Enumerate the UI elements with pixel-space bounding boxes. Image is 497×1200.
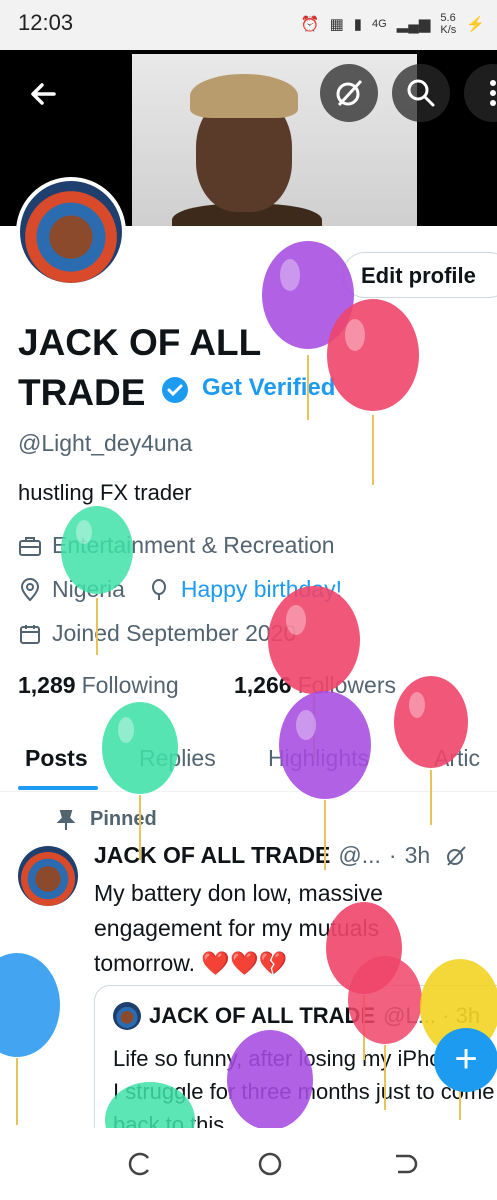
followers-count: 1,266 <box>234 672 292 698</box>
recents-icon[interactable] <box>126 1150 154 1178</box>
banner-hair <box>190 74 298 118</box>
post-author[interactable]: JACK OF ALL TRADE <box>94 842 330 869</box>
balloon-blue-1 <box>0 953 60 1125</box>
pinned-text: Pinned <box>90 808 157 830</box>
back-nav-icon[interactable] <box>390 1150 418 1178</box>
profile-joined: Joined September 2020 <box>18 620 296 647</box>
edit-profile-button[interactable]: Edit profile <box>342 252 497 298</box>
search-icon <box>407 79 435 107</box>
pin-icon <box>56 809 76 830</box>
quote-avatar <box>113 1002 141 1030</box>
followers-stats[interactable]: 1,266 Followers <box>234 672 396 699</box>
cast-icon: ▦ <box>329 16 344 33</box>
battery-charging-icon: ⚡ <box>466 16 485 33</box>
alarm-icon: ⏰ <box>300 16 320 33</box>
location-text: Nigeria <box>52 576 125 602</box>
profile-category: Entertainment & Recreation <box>18 532 335 559</box>
birthday-link[interactable]: Happy birthday! <box>181 576 342 603</box>
joined-text: Joined September 2020 <box>52 620 297 646</box>
location-pin-icon <box>20 577 40 601</box>
profile-avatar[interactable] <box>16 177 126 287</box>
vibrate-icon: ▮ <box>353 16 363 33</box>
grok-icon <box>336 79 363 107</box>
system-nav-bar <box>0 1128 497 1200</box>
profile-handle: @Light_dey4una <box>18 430 193 456</box>
search-button[interactable] <box>392 64 450 122</box>
pinned-label: Pinned <box>56 808 157 831</box>
post-header: JACK OF ALL TRADE @... · 3h <box>94 842 468 869</box>
more-button[interactable] <box>464 64 497 122</box>
status-bar: 12:03 ⏰ ▦ ▮ 4G ▂▄▆ 5.6 K/s ⚡ <box>0 0 497 50</box>
quote-header: JACK OF ALL TRADE @L... · 3h <box>113 1002 480 1030</box>
speed-unit: K/s <box>440 24 457 36</box>
post-handle: @... <box>338 842 381 868</box>
post-dot: · <box>388 842 397 868</box>
home-icon[interactable] <box>256 1150 284 1178</box>
quote-author: JACK OF ALL TRADE <box>149 1003 376 1028</box>
quote-handle: @L... · 3h <box>383 1003 481 1028</box>
network-label: 4G <box>372 18 387 30</box>
signal-icon: ▂▄▆ <box>396 16 431 33</box>
post-text: My battery don low, massive engagement f… <box>94 880 383 976</box>
speed-value: 5.6 <box>440 12 456 24</box>
tab-highlights[interactable]: Highlights <box>268 745 369 772</box>
ai-grok-button[interactable] <box>320 64 378 122</box>
following-stats[interactable]: 1,289 Following <box>18 672 179 699</box>
following-count: 1,289 <box>18 672 76 698</box>
avatar-image <box>20 181 122 283</box>
grok-icon[interactable] <box>444 844 468 868</box>
compose-fab[interactable]: + <box>434 1028 497 1092</box>
followers-label: Followers <box>297 672 396 698</box>
active-tab-indicator <box>18 786 98 790</box>
status-icons: ⏰ ▦ ▮ 4G ▂▄▆ 5.6 K/s ⚡ <box>301 12 485 36</box>
briefcase-icon <box>19 536 41 556</box>
profile-location-row: Nigeria Happy birthday! <box>18 576 342 603</box>
post-time: 3h <box>404 842 431 868</box>
tab-posts[interactable]: Posts <box>25 745 88 772</box>
category-text: Entertainment & Recreation <box>52 532 335 558</box>
speed-indicator: 5.6 K/s <box>440 12 456 36</box>
profile-tabs: Posts Replies Highlights Artic <box>0 735 497 792</box>
status-time: 12:03 <box>18 10 74 35</box>
verified-badge-icon <box>162 377 188 403</box>
tab-articles[interactable]: Artic <box>434 745 480 772</box>
post-avatar[interactable] <box>18 846 78 906</box>
arrow-left-icon <box>31 83 56 105</box>
get-verified-link[interactable]: Get Verified <box>202 374 335 402</box>
balloon-outline-icon <box>151 578 166 600</box>
tab-replies[interactable]: Replies <box>139 745 216 772</box>
profile-name-line1: JACK OF ALL <box>18 322 262 363</box>
back-button[interactable] <box>24 74 64 119</box>
calendar-icon <box>20 624 40 644</box>
following-label: Following <box>81 672 179 698</box>
profile-bio: hustling FX trader <box>18 480 192 505</box>
more-vertical-icon <box>490 80 496 106</box>
balloon-pink-1 <box>327 299 419 485</box>
